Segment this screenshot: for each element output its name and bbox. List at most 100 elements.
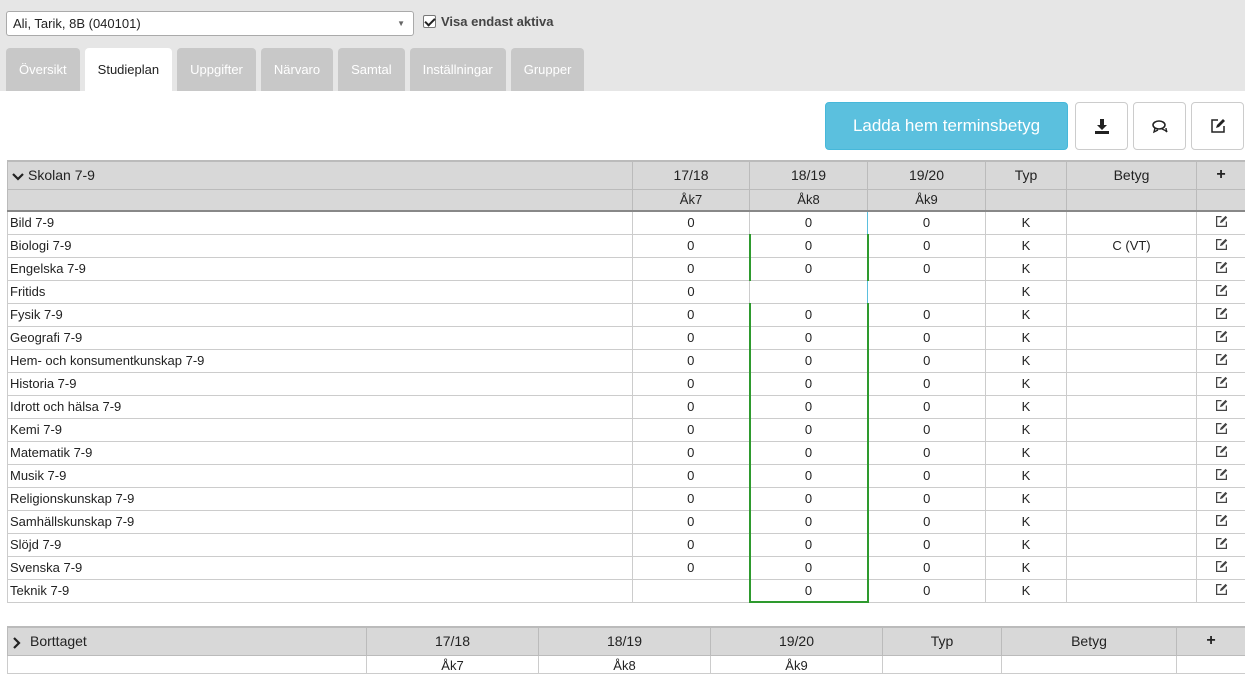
student-select[interactable]: Ali, Tarik, 8B (040101) ▼ [6,11,414,36]
typ-value: K [986,579,1067,602]
row-edit-button[interactable] [1197,510,1245,533]
year-1-value: 0 [633,441,750,464]
column-typ: Typ [883,627,1002,655]
school-section-toggle[interactable]: Skolan 7-9 [8,161,633,189]
typ-value: K [986,556,1067,579]
removed-section-toggle[interactable]: Borttaget [8,627,367,655]
row-edit-button[interactable] [1197,579,1245,602]
year-3-value: 0 [868,395,986,418]
row-edit-button[interactable] [1197,418,1245,441]
subject-name: Idrott och hälsa 7-9 [8,395,633,418]
year-2-value[interactable]: 0 [750,234,868,257]
column-17-18: 17/18 [633,161,750,189]
row-edit-button[interactable] [1197,280,1245,303]
betyg-value [1067,372,1197,395]
edit-button[interactable] [1191,102,1244,150]
year-1-value: 0 [633,395,750,418]
year-1-value: 0 [633,510,750,533]
subject-name: Fysik 7-9 [8,303,633,326]
typ-value: K [986,280,1067,303]
betyg-value: C (VT) [1067,234,1197,257]
download-icon [1094,118,1110,134]
top-bar: Ali, Tarik, 8B (040101) ▼ Visa endast ak… [0,0,1245,91]
subject-name: Slöjd 7-9 [8,533,633,556]
subject-name: Geografi 7-9 [8,326,633,349]
betyg-value [1067,464,1197,487]
column-17-18: 17/18 [367,627,539,655]
year-1-value: 0 [633,257,750,280]
year-2-value[interactable]: 0 [750,349,868,372]
year-1-value [633,579,750,602]
subheader-empty [8,655,367,673]
year-2-value[interactable]: 0 [750,372,868,395]
download-term-grades-button[interactable]: Ladda hem terminsbetyg [825,102,1068,150]
year-2-value[interactable]: 0 [750,441,868,464]
year-2-value[interactable]: 0 [750,257,868,280]
edit-icon [1215,468,1228,484]
row-edit-button[interactable] [1197,395,1245,418]
active-only-checkbox[interactable] [423,15,436,28]
add-subject-button[interactable]: + [1197,161,1245,189]
subheader-empty [1067,189,1197,211]
row-edit-button[interactable] [1197,533,1245,556]
row-edit-button[interactable] [1197,556,1245,579]
tab-installningar[interactable]: Inställningar [410,48,506,91]
row-edit-button[interactable] [1197,257,1245,280]
tab-studieplan[interactable]: Studieplan [85,48,172,91]
year-2-value[interactable]: 0 [750,464,868,487]
removed-section-title: Borttaget [30,633,87,649]
tab-uppgifter[interactable]: Uppgifter [177,48,256,91]
edit-icon [1215,284,1228,300]
row-edit-button[interactable] [1197,234,1245,257]
year-2-value[interactable]: 0 [750,395,868,418]
row-edit-button[interactable] [1197,349,1245,372]
download-button[interactable] [1075,102,1128,150]
year-2-value[interactable]: 0 [750,579,868,602]
tab-samtal[interactable]: Samtal [338,48,404,91]
subject-name: Teknik 7-9 [8,579,633,602]
year-2-value[interactable]: 0 [750,510,868,533]
table-row: Kemi 7-9000K [8,418,1245,441]
typ-value: K [986,257,1067,280]
year-2-value[interactable] [750,280,868,303]
subheader-empty [8,189,633,211]
edit-icon [1215,422,1228,438]
year-2-value[interactable]: 0 [750,303,868,326]
row-edit-button[interactable] [1197,372,1245,395]
edit-icon [1215,330,1228,346]
add-removed-button[interactable]: + [1177,627,1245,655]
table-row: Samhällskunskap 7-9000K [8,510,1245,533]
school-section-title: Skolan 7-9 [28,167,95,183]
tab-oversikt[interactable]: Översikt [6,48,80,91]
edit-icon [1215,583,1228,599]
year-2-value[interactable]: 0 [750,211,868,234]
row-edit-button[interactable] [1197,464,1245,487]
subject-name: Svenska 7-9 [8,556,633,579]
edit-icon [1215,353,1228,369]
betyg-value [1067,257,1197,280]
tab-narvaro[interactable]: Närvaro [261,48,333,91]
row-edit-button[interactable] [1197,487,1245,510]
year-2-value[interactable]: 0 [750,487,868,510]
year-2-value[interactable]: 0 [750,326,868,349]
year-3-value: 0 [868,303,986,326]
year-3-value: 0 [868,556,986,579]
typ-value: K [986,395,1067,418]
row-edit-button[interactable] [1197,211,1245,234]
table-row: Slöjd 7-9000K [8,533,1245,556]
year-2-value[interactable]: 0 [750,556,868,579]
year-3-value: 0 [868,464,986,487]
active-only-toggle[interactable]: Visa endast aktiva [423,11,554,31]
comments-button[interactable] [1133,102,1186,150]
year-1-value: 0 [633,372,750,395]
tab-grupper[interactable]: Grupper [511,48,585,91]
year-2-value[interactable]: 0 [750,418,868,441]
table-row: Matematik 7-9000K [8,441,1245,464]
year-1-value: 0 [633,234,750,257]
year-2-value[interactable]: 0 [750,533,868,556]
row-edit-button[interactable] [1197,303,1245,326]
row-edit-button[interactable] [1197,441,1245,464]
row-edit-button[interactable] [1197,326,1245,349]
betyg-value [1067,280,1197,303]
year-3-value: 0 [868,349,986,372]
